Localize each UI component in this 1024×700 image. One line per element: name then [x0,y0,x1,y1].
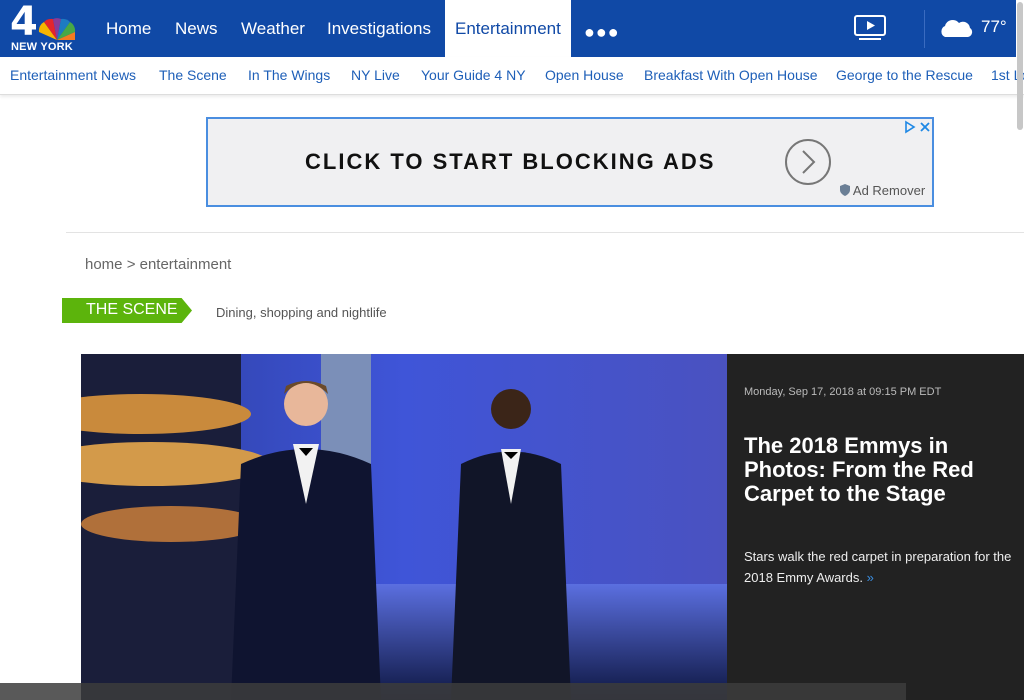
article-date: Monday, Sep 17, 2018 at 09:15 PM EDT [744,386,942,398]
nav-weather[interactable]: Weather [241,0,305,57]
ad-remover-text: Ad Remover [852,183,926,198]
breadcrumb[interactable]: home > entertainment [85,256,231,273]
subnav-george-to-the-rescue[interactable]: George to the Rescue [836,67,973,83]
nbc-logo[interactable]: 4 NEW YORK [10,0,80,54]
temperature[interactable]: 77° [981,17,1007,37]
subnav-in-the-wings[interactable]: In The Wings [248,67,330,83]
subnav-ny-live[interactable]: NY Live [351,67,400,83]
vertical-scrollbar[interactable] [1016,0,1024,700]
article-summary: Stars walk the red carpet in preparation… [744,546,1024,588]
nav-news[interactable]: News [175,0,218,57]
top-navigation: 4 NEW YORK Home News Weather Investigati… [0,0,1024,57]
ad-text: CLICK TO START BLOCKING ADS [305,149,716,174]
sub-navigation: Entertainment News The Scene In The Wing… [0,57,1024,95]
shield-icon [840,184,850,196]
arrow-right-circle-icon[interactable] [784,138,832,186]
ellipsis-icon[interactable]: ●●● [584,22,620,43]
subnav-breakfast-with-open-house[interactable]: Breakfast With Open House [644,67,818,83]
ad-banner[interactable]: CLICK TO START BLOCKING ADS Ad Remover [206,117,934,207]
subnav-open-house[interactable]: Open House [545,67,624,83]
article-panel: Monday, Sep 17, 2018 at 09:15 PM EDT The… [727,354,1024,700]
article-summary-text: Stars walk the red carpet in preparation… [744,549,1012,585]
subnav-your-guide-4-ny[interactable]: Your Guide 4 NY [421,67,526,83]
nav-investigations[interactable]: Investigations [327,0,431,57]
hero-image[interactable] [81,354,727,700]
cloud-icon[interactable] [937,17,975,41]
nav-entertainment[interactable]: Entertainment [445,0,571,57]
nav-divider [924,10,925,48]
read-more-icon[interactable]: » [867,570,874,585]
subnav-entertainment-news[interactable]: Entertainment News [10,67,136,83]
section-description: Dining, shopping and nightlife [216,305,387,320]
content-divider [66,232,1024,233]
ad-remover-label[interactable]: Ad Remover [840,183,925,198]
section-label-text: THE SCENE [86,301,178,318]
logo-number: 4 [10,0,38,45]
horizontal-scrollbar[interactable] [0,683,906,700]
hero-photo [81,354,727,700]
logo-city: NEW YORK [11,41,73,53]
nav-home[interactable]: Home [106,0,151,57]
section-label[interactable]: THE SCENE [62,298,192,323]
video-play-icon[interactable] [853,14,889,42]
subnav-the-scene[interactable]: The Scene [159,67,227,83]
vertical-scrollbar-thumb[interactable] [1017,2,1023,130]
ad-choices-icon[interactable] [904,120,932,134]
article-headline[interactable]: The 2018 Emmys in Photos: From the Red C… [744,434,1024,506]
peacock-icon [38,18,76,40]
